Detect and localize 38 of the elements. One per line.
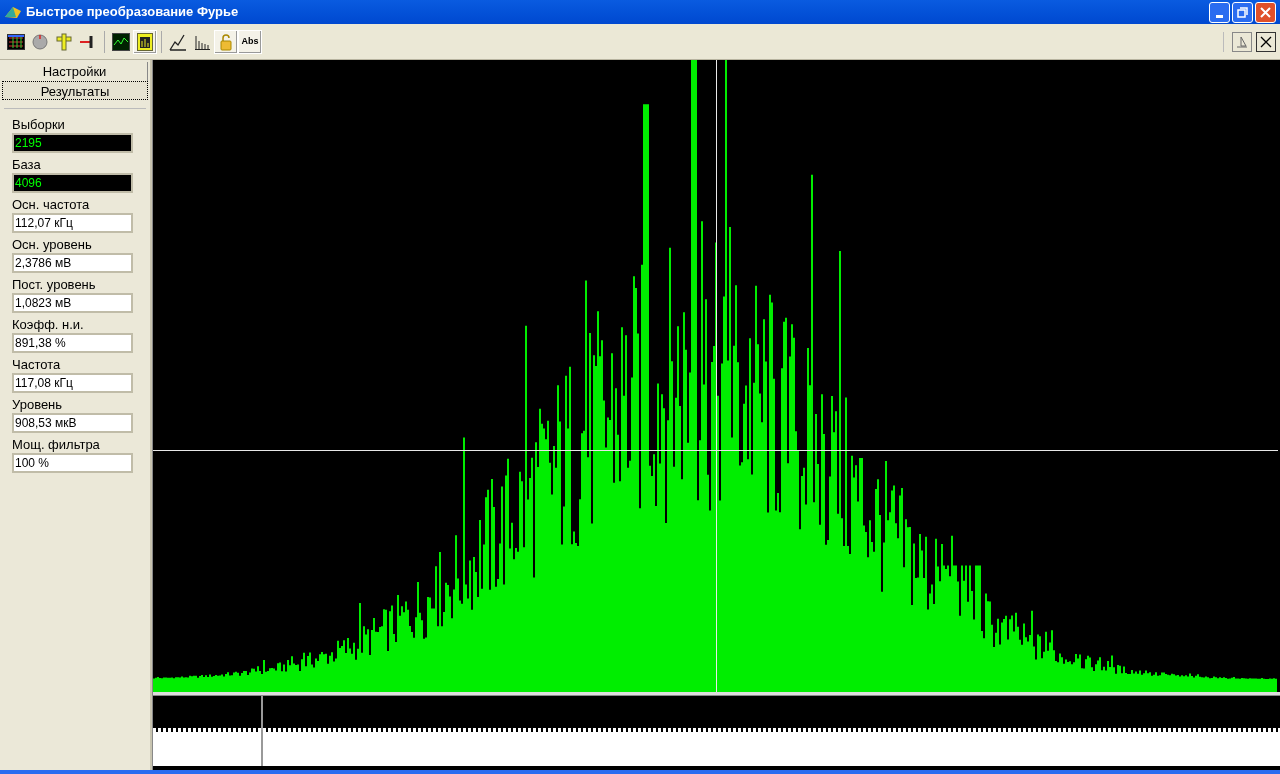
window-title: Быстрое преобразование Фурье xyxy=(26,3,239,22)
field-label: Пост. уровень xyxy=(12,277,97,293)
lock-icon xyxy=(218,32,234,51)
position-marker xyxy=(261,696,263,766)
bars-icon xyxy=(194,33,210,50)
oscilloscope-icon xyxy=(112,32,130,51)
restore-icon xyxy=(1237,6,1248,18)
value-field[interactable]: 908,53 мкВ xyxy=(12,413,133,433)
restore-button[interactable] xyxy=(1232,1,1253,23)
field-label: Уровень xyxy=(12,397,64,413)
field-label: Мощ. фильтра xyxy=(12,437,101,453)
knob-icon xyxy=(32,33,48,50)
value-field[interactable]: 117,08 кГц xyxy=(12,373,133,393)
value-field[interactable]: 1,0823 мВ xyxy=(12,293,133,313)
field-label: Осн. частота xyxy=(12,197,91,213)
panel-close-button[interactable] xyxy=(1256,31,1276,52)
app-logo-icon xyxy=(4,5,22,19)
close-icon xyxy=(1260,6,1271,18)
readout-field: 2195 xyxy=(12,133,133,153)
minimize-button[interactable] xyxy=(1209,1,1230,23)
meter-icon xyxy=(137,32,153,51)
value-field[interactable]: 112,07 кГц xyxy=(12,213,133,233)
close-button[interactable] xyxy=(1255,1,1276,23)
value-field[interactable]: 891,38 % xyxy=(12,333,133,353)
close-icon xyxy=(1259,34,1273,49)
toolbar-button[interactable]: Abs xyxy=(238,29,262,54)
toolbar-button[interactable] xyxy=(133,29,157,54)
grid-window-icon xyxy=(7,33,25,50)
value-field[interactable]: 2,3786 мВ xyxy=(12,253,133,273)
readout-field: 4096 xyxy=(12,173,133,193)
field-label: Частота xyxy=(12,357,62,373)
field-label: Осн. уровень xyxy=(12,237,93,253)
pen-chart-icon xyxy=(169,32,187,51)
panel-tab[interactable]: Результаты xyxy=(2,81,148,100)
field-label: База xyxy=(12,157,42,173)
field-label: Выборки xyxy=(12,117,66,133)
field-label: Коэфф. н.и. xyxy=(12,317,85,333)
value-field[interactable]: 100 % xyxy=(12,453,133,473)
